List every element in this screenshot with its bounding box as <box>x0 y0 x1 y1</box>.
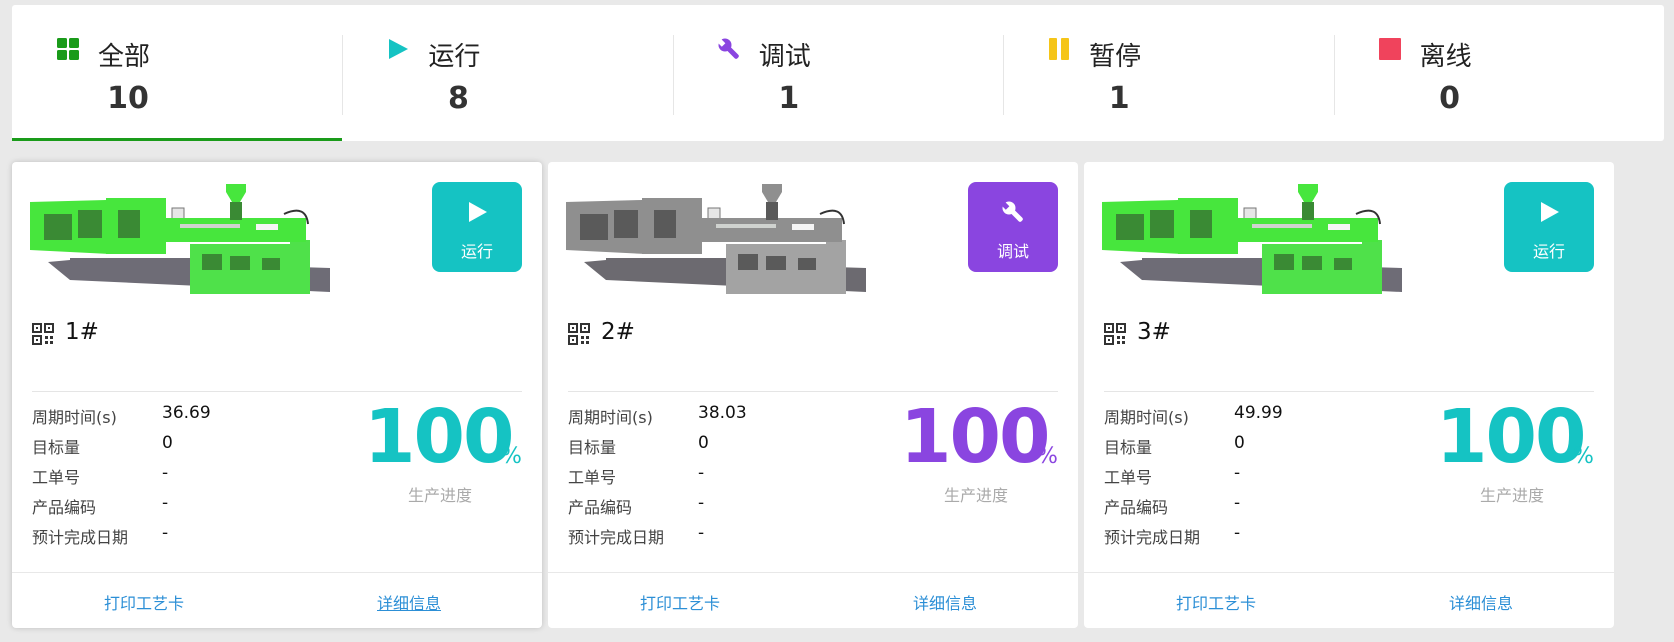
work-order-label: 工单号 <box>32 468 81 487</box>
qr-code-icon[interactable] <box>32 323 54 345</box>
filter-tab-label: 全部 <box>98 42 151 72</box>
status-tile-debugging[interactable]: 调试 <box>968 182 1058 272</box>
filter-tab-debugging[interactable]: 调试 1 <box>672 5 1003 141</box>
filter-tab-all[interactable]: 全部 10 <box>12 5 343 141</box>
print-process-card-link[interactable]: 打印工艺卡 <box>104 590 184 614</box>
filter-tab-count: 0 <box>1439 81 1460 116</box>
pause-icon <box>1049 38 1070 60</box>
work-order-value: - <box>1234 463 1241 483</box>
work-order-label: 工单号 <box>1104 468 1153 487</box>
work-order-value: - <box>698 463 705 483</box>
product-code-value: - <box>162 493 169 513</box>
progress-caption: 生产进度 <box>944 486 1009 505</box>
divider <box>568 391 1058 392</box>
filter-tab-count: 10 <box>107 81 149 116</box>
play-icon <box>389 39 409 59</box>
machine-card[interactable]: 运行 3# 周期时间(s) 49.99 目标量 0 工单号 - 产品编码 - 预… <box>1084 162 1614 628</box>
due-date-label: 预计完成日期 <box>32 528 129 547</box>
wrench-icon <box>716 38 739 59</box>
product-code-value: - <box>698 493 705 513</box>
status-summary-bar: 全部 10 运行 8 调试 1 暂停 1 离线 0 <box>12 5 1664 141</box>
product-code-label: 产品编码 <box>32 498 97 517</box>
machine-card[interactable]: 调试 2# 周期时间(s) 38.03 目标量 0 工单号 - 产品编码 - 预… <box>548 162 1078 628</box>
product-code-value: - <box>1234 493 1241 513</box>
stop-square-icon <box>1378 38 1401 60</box>
machine-name: 1# <box>65 319 99 345</box>
progress-percent: 100 <box>364 394 514 480</box>
filter-tab-count: 8 <box>447 81 469 116</box>
filter-tab-label: 离线 <box>1419 42 1472 72</box>
divider <box>32 391 522 392</box>
status-label: 运行 <box>1532 242 1565 261</box>
progress-unit: % <box>501 444 522 469</box>
target-label: 目标量 <box>1104 438 1153 457</box>
progress-percent: 100 <box>900 394 1050 480</box>
filter-tab-count: 1 <box>1108 81 1130 116</box>
print-process-card-link[interactable]: 打印工艺卡 <box>640 590 720 614</box>
wrench-icon <box>1001 201 1023 222</box>
due-date-value: - <box>162 523 169 543</box>
progress-caption: 生产进度 <box>408 486 473 505</box>
machine-name: 3# <box>1137 319 1171 345</box>
print-process-card-link[interactable]: 打印工艺卡 <box>1176 590 1256 614</box>
target-value: 0 <box>1234 433 1245 453</box>
machine-image <box>566 183 867 295</box>
filter-tab-label: 调试 <box>758 42 811 72</box>
progress-caption: 生产进度 <box>1480 486 1545 505</box>
cycle-time-value: 49.99 <box>1234 403 1283 423</box>
status-label: 调试 <box>996 242 1029 261</box>
machine-name: 2# <box>601 319 635 345</box>
cycle-time-label: 周期时间(s) <box>1104 408 1189 427</box>
filter-tab-label: 暂停 <box>1089 42 1142 72</box>
progress-percent: 100 <box>1436 394 1586 480</box>
details-link[interactable]: 详细信息 <box>1449 590 1513 614</box>
qr-code-icon[interactable] <box>568 323 590 345</box>
play-icon <box>1541 202 1559 222</box>
qr-code-icon[interactable] <box>1104 323 1126 345</box>
cycle-time-value: 36.69 <box>162 403 211 423</box>
divider <box>1104 391 1594 392</box>
product-code-label: 产品编码 <box>568 498 633 517</box>
due-date-label: 预计完成日期 <box>568 528 665 547</box>
due-date-value: - <box>698 523 705 543</box>
work-order-label: 工单号 <box>568 468 617 487</box>
play-icon <box>469 202 487 222</box>
filter-tab-running[interactable]: 运行 8 <box>342 5 672 141</box>
target-value: 0 <box>698 433 709 453</box>
product-code-label: 产品编码 <box>1104 498 1169 517</box>
status-tile-running[interactable]: 运行 <box>1504 182 1594 272</box>
details-link[interactable]: 详细信息 <box>913 590 977 614</box>
filter-tab-label: 运行 <box>428 42 481 72</box>
machine-card[interactable]: 运行 1# 周期时间(s) 36.69 目标量 0 工单号 - 产品编码 - 预… <box>12 162 542 628</box>
details-link[interactable]: 详细信息 <box>377 590 441 614</box>
machine-image <box>30 183 331 295</box>
work-order-value: - <box>162 463 169 483</box>
filter-tab-paused[interactable]: 暂停 1 <box>1003 5 1333 141</box>
due-date-value: - <box>1234 523 1241 543</box>
grid-icon <box>57 38 79 60</box>
progress-unit: % <box>1573 444 1594 469</box>
card-footer: 打印工艺卡 详细信息 <box>1084 572 1614 628</box>
target-label: 目标量 <box>32 438 81 457</box>
machine-image <box>1102 183 1403 295</box>
filter-tab-offline[interactable]: 离线 0 <box>1333 5 1664 141</box>
progress-unit: % <box>1037 444 1058 469</box>
filter-tab-count: 1 <box>778 81 800 116</box>
card-footer: 打印工艺卡 详细信息 <box>548 572 1078 628</box>
status-tile-running[interactable]: 运行 <box>432 182 522 272</box>
card-footer: 打印工艺卡 详细信息 <box>12 572 542 628</box>
due-date-label: 预计完成日期 <box>1104 528 1201 547</box>
status-label: 运行 <box>460 242 493 261</box>
cycle-time-value: 38.03 <box>698 403 747 423</box>
target-value: 0 <box>162 433 173 453</box>
target-label: 目标量 <box>568 438 617 457</box>
cycle-time-label: 周期时间(s) <box>32 408 117 427</box>
cycle-time-label: 周期时间(s) <box>568 408 653 427</box>
